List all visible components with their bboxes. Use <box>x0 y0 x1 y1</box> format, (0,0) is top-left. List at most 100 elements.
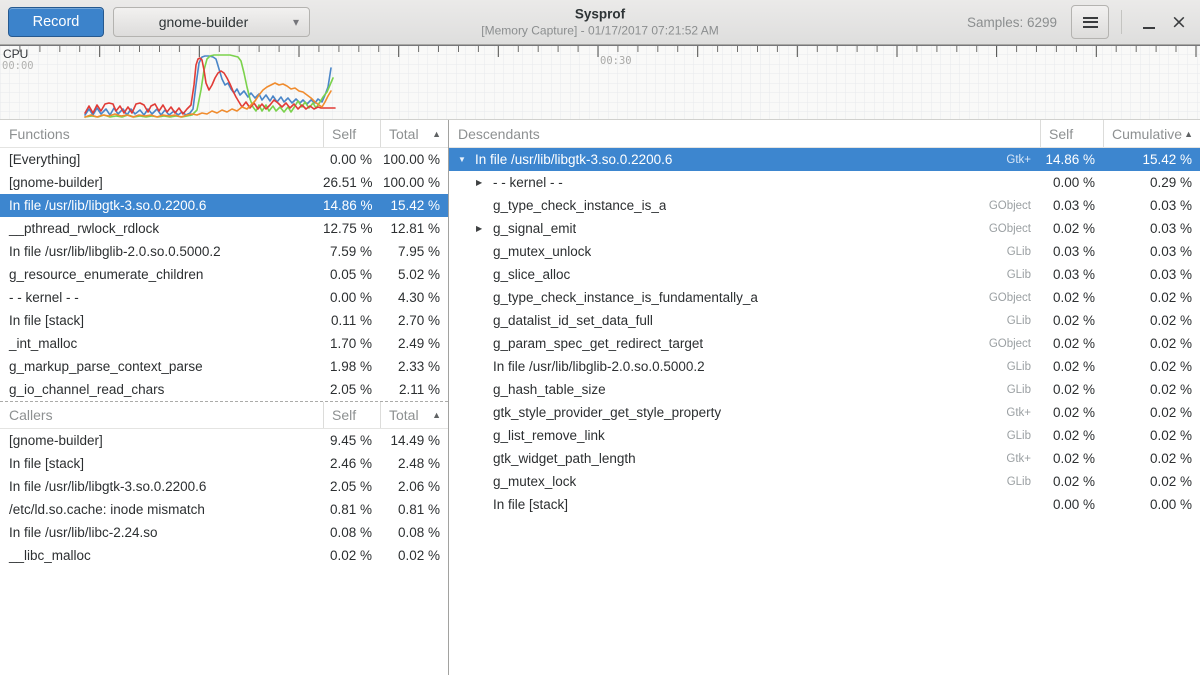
descendant-name-cell: g_list_remove_link GLib <box>449 428 1040 443</box>
descendant-row[interactable]: gtk_widget_path_length Gtk+ 0.02 % 0.02 … <box>449 447 1200 470</box>
process-selector-dropdown[interactable]: gnome-builder ▾ <box>113 7 310 37</box>
function-row[interactable]: [Everything] 0.00 % 100.00 % <box>0 148 448 171</box>
callers-total-column-header[interactable]: Total ▲ <box>380 402 448 428</box>
function-self-value: 14.86 % <box>323 198 380 213</box>
function-row[interactable]: g_io_channel_read_chars 2.05 % 2.11 % <box>0 378 448 401</box>
caller-total-value: 0.81 % <box>380 502 448 517</box>
titlebar-right-group: Samples: 6299 × <box>967 5 1200 39</box>
descendant-row[interactable]: ▼ In file /usr/lib/libgtk-3.so.0.2200.6 … <box>449 148 1200 171</box>
function-self-value: 0.05 % <box>323 267 380 282</box>
descendant-name-cell: ▶ - - kernel - - <box>449 175 1040 190</box>
record-button[interactable]: Record <box>8 7 104 37</box>
descendant-name-cell: g_mutex_unlock GLib <box>449 244 1040 259</box>
caller-row[interactable]: [gnome-builder] 9.45 % 14.49 % <box>0 429 448 452</box>
headerbar: Record gnome-builder ▾ Sysprof [Memory C… <box>0 0 1200 45</box>
descendant-row[interactable]: g_mutex_unlock GLib 0.03 % 0.03 % <box>449 240 1200 263</box>
functions-total-column-header[interactable]: Total ▲ <box>380 120 448 147</box>
cpu-graph-canvas: CPU 00:00 00:30 <box>0 45 1200 120</box>
descendant-row[interactable]: gtk_style_provider_get_style_property Gt… <box>449 401 1200 424</box>
descendants-cumulative-column-header[interactable]: Cumulative ▲ <box>1103 120 1200 147</box>
descendant-row[interactable]: g_hash_table_size GLib 0.02 % 0.02 % <box>449 378 1200 401</box>
function-name: g_io_channel_read_chars <box>0 382 323 397</box>
function-row[interactable]: _int_malloc 1.70 % 2.49 % <box>0 332 448 355</box>
functions-self-column-header[interactable]: Self <box>323 120 380 147</box>
minimize-button[interactable] <box>1134 7 1164 37</box>
descendant-self-value: 0.02 % <box>1040 405 1103 420</box>
cpu-graph[interactable]: CPU 00:00 00:30 <box>0 45 1200 120</box>
function-row[interactable]: __pthread_rwlock_rdlock 12.75 % 12.81 % <box>0 217 448 240</box>
function-row[interactable]: g_resource_enumerate_children 0.05 % 5.0… <box>0 263 448 286</box>
caller-row[interactable]: In file /usr/lib/libc-2.24.so 0.08 % 0.0… <box>0 521 448 544</box>
caller-self-value: 0.02 % <box>323 548 380 563</box>
descendant-self-value: 0.02 % <box>1040 428 1103 443</box>
descendant-row[interactable]: ▶ - - kernel - - 0.00 % 0.29 % <box>449 171 1200 194</box>
expander-icon[interactable]: ▶ <box>476 178 493 187</box>
descendants-column-header[interactable]: Descendants <box>449 120 1040 147</box>
descendants-self-column-header[interactable]: Self <box>1040 120 1103 147</box>
menu-button[interactable] <box>1071 5 1109 39</box>
caller-total-value: 14.49 % <box>380 433 448 448</box>
descendant-row[interactable]: g_slice_alloc GLib 0.03 % 0.03 % <box>449 263 1200 286</box>
caller-row[interactable]: __libc_malloc 0.02 % 0.02 % <box>0 544 448 567</box>
descendant-name-cell: gtk_widget_path_length Gtk+ <box>449 451 1040 466</box>
descendant-row[interactable]: g_type_check_instance_is_fundamentally_a… <box>449 286 1200 309</box>
function-self-value: 1.70 % <box>323 336 380 351</box>
function-self-value: 0.00 % <box>323 290 380 305</box>
function-name: In file [stack] <box>0 313 323 328</box>
function-row[interactable]: [gnome-builder] 26.51 % 100.00 % <box>0 171 448 194</box>
function-self-value: 1.98 % <box>323 359 380 374</box>
main-panes: Functions Self Total ▲ [Everything] 0.00… <box>0 120 1200 675</box>
descendant-name: g_signal_emit <box>493 221 576 236</box>
descendant-name: g_slice_alloc <box>493 267 570 282</box>
descendant-cumulative-value: 0.29 % <box>1103 175 1200 190</box>
function-total-value: 4.30 % <box>380 290 448 305</box>
close-button[interactable]: × <box>1164 7 1194 37</box>
descendant-self-value: 0.02 % <box>1040 221 1103 236</box>
callers-self-column-header[interactable]: Self <box>323 402 380 428</box>
descendant-self-value: 0.02 % <box>1040 474 1103 489</box>
descendant-row[interactable]: In file /usr/lib/libglib-2.0.so.0.5000.2… <box>449 355 1200 378</box>
descendant-name-cell: g_slice_alloc GLib <box>449 267 1040 282</box>
descendant-row[interactable]: ▶ g_signal_emit GObject 0.02 % 0.03 % <box>449 217 1200 240</box>
library-tag: GObject <box>981 338 1040 350</box>
function-self-value: 26.51 % <box>323 175 380 190</box>
descendant-self-value: 0.00 % <box>1040 175 1103 190</box>
descendant-row[interactable]: g_datalist_id_set_data_full GLib 0.02 % … <box>449 309 1200 332</box>
library-tag: GObject <box>981 223 1040 235</box>
caller-total-value: 2.48 % <box>380 456 448 471</box>
descendant-row[interactable]: g_type_check_instance_is_a GObject 0.03 … <box>449 194 1200 217</box>
descendant-row[interactable]: g_mutex_lock GLib 0.02 % 0.02 % <box>449 470 1200 493</box>
caller-row[interactable]: /etc/ld.so.cache: inode mismatch 0.81 % … <box>0 498 448 521</box>
library-tag: GLib <box>999 361 1040 373</box>
caller-name: In file /usr/lib/libgtk-3.so.0.2200.6 <box>0 479 323 494</box>
function-name: [gnome-builder] <box>0 175 323 190</box>
function-row[interactable]: - - kernel - - 0.00 % 4.30 % <box>0 286 448 309</box>
descendant-name-cell: In file [stack] <box>449 497 1040 512</box>
time-label-start: 00:00 <box>2 60 34 72</box>
descendant-row[interactable]: g_list_remove_link GLib 0.02 % 0.02 % <box>449 424 1200 447</box>
function-row[interactable]: In file /usr/lib/libgtk-3.so.0.2200.6 14… <box>0 194 448 217</box>
descendant-cumulative-value: 0.02 % <box>1103 359 1200 374</box>
expander-icon[interactable]: ▶ <box>476 224 493 233</box>
caller-row[interactable]: In file [stack] 2.46 % 2.48 % <box>0 452 448 475</box>
descendant-name: g_param_spec_get_redirect_target <box>493 336 703 351</box>
functions-table: [Everything] 0.00 % 100.00 % [gnome-buil… <box>0 148 448 401</box>
function-row[interactable]: In file /usr/lib/libglib-2.0.so.0.5000.2… <box>0 240 448 263</box>
descendant-row[interactable]: In file [stack] 0.00 % 0.00 % <box>449 493 1200 516</box>
function-row[interactable]: In file [stack] 0.11 % 2.70 % <box>0 309 448 332</box>
expander-icon[interactable]: ▼ <box>458 155 475 164</box>
caller-self-value: 2.46 % <box>323 456 380 471</box>
caller-row[interactable]: In file /usr/lib/libgtk-3.so.0.2200.6 2.… <box>0 475 448 498</box>
function-row[interactable]: g_markup_parse_context_parse 1.98 % 2.33… <box>0 355 448 378</box>
function-self-value: 7.59 % <box>323 244 380 259</box>
descendant-row[interactable]: g_param_spec_get_redirect_target GObject… <box>449 332 1200 355</box>
caller-name: __libc_malloc <box>0 548 323 563</box>
descendant-name: In file [stack] <box>493 497 568 512</box>
functions-column-header[interactable]: Functions <box>0 120 323 147</box>
callers-column-header[interactable]: Callers <box>0 402 323 428</box>
descendants-table: ▼ In file /usr/lib/libgtk-3.so.0.2200.6 … <box>449 148 1200 516</box>
descendant-name: In file /usr/lib/libglib-2.0.so.0.5000.2 <box>493 359 705 374</box>
descendant-name-cell: g_type_check_instance_is_a GObject <box>449 198 1040 213</box>
callers-header-row: Callers Self Total ▲ <box>0 401 448 429</box>
cpu-label: CPU <box>3 47 28 61</box>
